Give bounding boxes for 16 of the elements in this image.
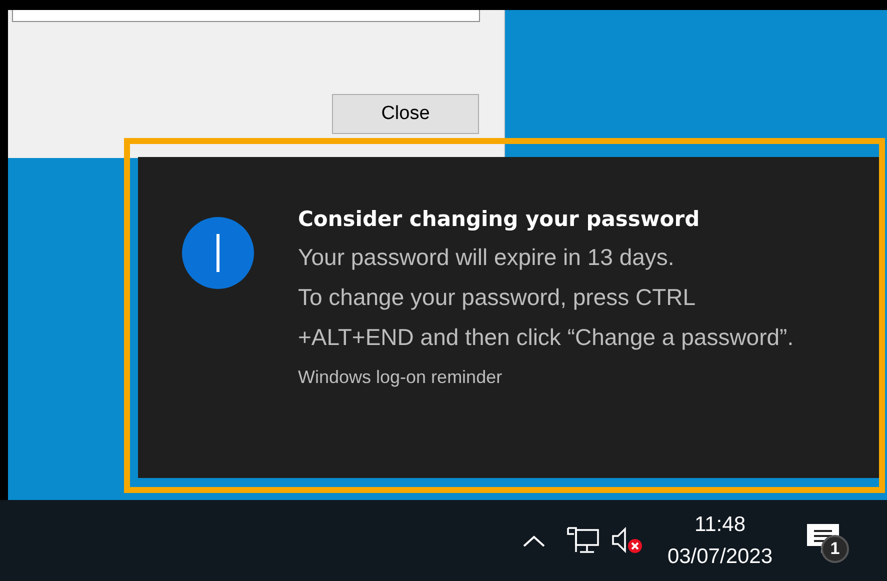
notification-text: To change your password, press CTRL +ALT+END and then click “Change a password”. bbox=[298, 283, 795, 352]
notification-title: Consider changing your password bbox=[298, 207, 701, 231]
speaker-icon[interactable] bbox=[610, 526, 644, 556]
notification-count: 1 bbox=[821, 534, 849, 562]
notification-source: Windows log-on reminder bbox=[298, 367, 504, 388]
action-center-button[interactable]: 1 bbox=[806, 516, 854, 564]
clock-time: 11:48 bbox=[694, 512, 746, 536]
notification-toast[interactable]: Consider changing your password Your password will expire in 13 days. To change your password, press CTRL +ALT+END and then click “Change a password”. Windows log-on reminder bbox=[138, 157, 879, 478]
info-icon bbox=[182, 217, 254, 289]
network-icon[interactable] bbox=[566, 526, 600, 556]
clock-date: 03/07/2023 bbox=[667, 544, 773, 568]
close-button[interactable]: Close bbox=[332, 94, 479, 134]
notification-text: Your password will expire in 13 days. bbox=[298, 243, 676, 272]
clock[interactable]: 11:48 03/07/2023 bbox=[660, 512, 780, 568]
chevron-up-icon[interactable] bbox=[522, 534, 546, 548]
input-field[interactable] bbox=[12, 10, 480, 22]
